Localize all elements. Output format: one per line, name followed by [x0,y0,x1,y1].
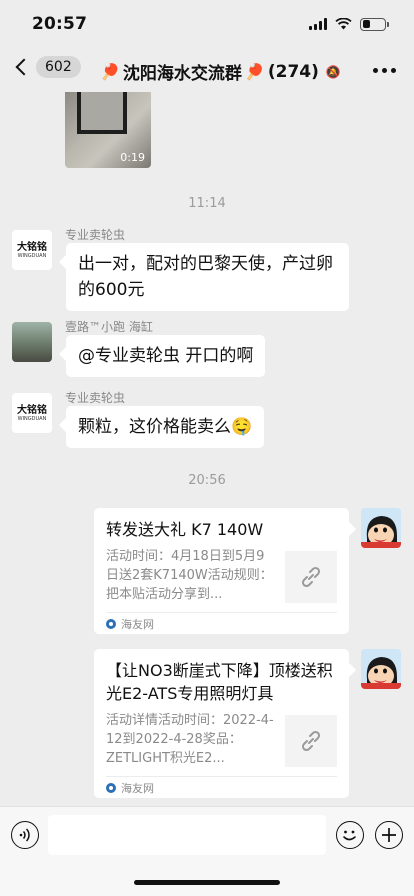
card-source: 海友网 [106,776,337,798]
message-bubble[interactable]: 颗粒，这价格能卖么🤤 [66,406,265,448]
source-name: 海友网 [121,781,154,795]
message-input[interactable] [48,815,326,855]
more-actions-button[interactable] [375,821,403,849]
link-icon [285,715,337,767]
avatar-logo-text: 大铭铭 [17,404,47,416]
self-avatar[interactable] [361,649,401,689]
avatar[interactable]: 大铭铭 WINGDUAN [12,393,52,433]
unread-count-badge: 602 [36,56,81,78]
battery-icon [360,17,389,31]
card-body: 活动详情活动时间：2022-4-12到2022-4-28奖品：ZETLIGHT积… [106,711,337,768]
avatar-logo-subtext: WINGDUAN [17,252,47,259]
card-body: 活动时间：4月18日到5月9日送2套K7140W活动规则：把本贴活动分享到... [106,547,337,604]
card-description: 活动时间：4月18日到5月9日送2套K7140W活动规则：把本贴活动分享到... [106,549,273,602]
timestamp-separator: 11:14 [188,196,226,211]
avatar[interactable] [12,322,52,362]
timestamp-separator: 20:56 [188,473,226,488]
group-name: 沈阳海水交流群 [122,64,242,84]
status-time: 20:57 [32,14,88,34]
chevron-left-icon [15,58,33,76]
back-button[interactable]: 602 [12,56,81,78]
card-title: 转发送大礼 K7 140W [106,520,264,539]
battery-level [362,20,370,28]
video-duration: 0:19 [120,151,145,164]
status-icons [309,17,389,31]
link-icon [285,551,337,603]
card-description: 活动详情活动时间：2022-4-12到2022-4-28奖品：ZETLIGHT积… [106,713,274,766]
source-site-icon [106,618,116,629]
link-card[interactable]: 转发送大礼 K7 140W 活动时间：4月18日到5月9日送2套K7140W活动… [94,508,349,634]
video-message-thumbnail[interactable]: 0:19 [65,92,151,168]
avatar-logo-subtext: WINGDUAN [17,415,47,422]
more-options-button[interactable] [373,68,396,73]
home-indicator [134,880,280,885]
mute-bell-icon: 🔕 [325,64,341,79]
status-bar: 20:57 [0,0,414,48]
avatar-logo-text: 大铭铭 [17,241,47,253]
smiley-icon [343,830,356,841]
source-site-icon [106,782,116,793]
avatar[interactable]: 大铭铭 WINGDUAN [12,230,52,270]
link-card[interactable]: 【让NO3断崖式下降】顶楼送积光E2-ATS专用照明灯具 活动详情活动时间：20… [94,649,349,798]
message-bubble[interactable]: 出一对，配对的巴黎天使，产过卵的600元 [66,243,349,311]
sender-name: 壹路™小跑 海缸 [65,320,153,334]
chat-area[interactable]: 0:19 11:14 大铭铭 WINGDUAN 专业卖轮虫 出一对，配对的巴黎天… [0,92,414,806]
card-source: 海友网 [106,612,337,634]
ping-pong-paddle-icon: 🏓 [244,62,265,81]
nav-bar: 602 🏓 沈阳海水交流群 🏓 (274) 🔕 [0,48,414,92]
source-name: 海友网 [121,617,154,631]
wifi-icon [335,18,352,30]
voice-icon [19,828,30,842]
voice-input-button[interactable] [11,821,39,849]
message-bubble[interactable]: @专业卖轮虫 开口的啊 [66,335,266,377]
message-text: 颗粒，这价格能卖么 [78,417,231,437]
member-count: (274) [267,61,319,82]
drooling-emoji: 🤤 [231,417,253,437]
self-avatar[interactable] [361,508,401,548]
cellular-signal-icon [309,18,327,30]
chat-title: 🏓 沈阳海水交流群 🏓 (274) 🔕 [100,59,341,85]
emoji-button[interactable] [336,821,364,849]
card-title: 【让NO3断崖式下降】顶楼送积光E2-ATS专用照明灯具 [106,661,333,703]
video-frame [77,92,127,134]
plus-icon [382,828,396,842]
ping-pong-paddle-icon: 🏓 [100,62,120,81]
sender-name: 专业卖轮虫 [65,391,126,405]
sender-name: 专业卖轮虫 [65,228,126,242]
